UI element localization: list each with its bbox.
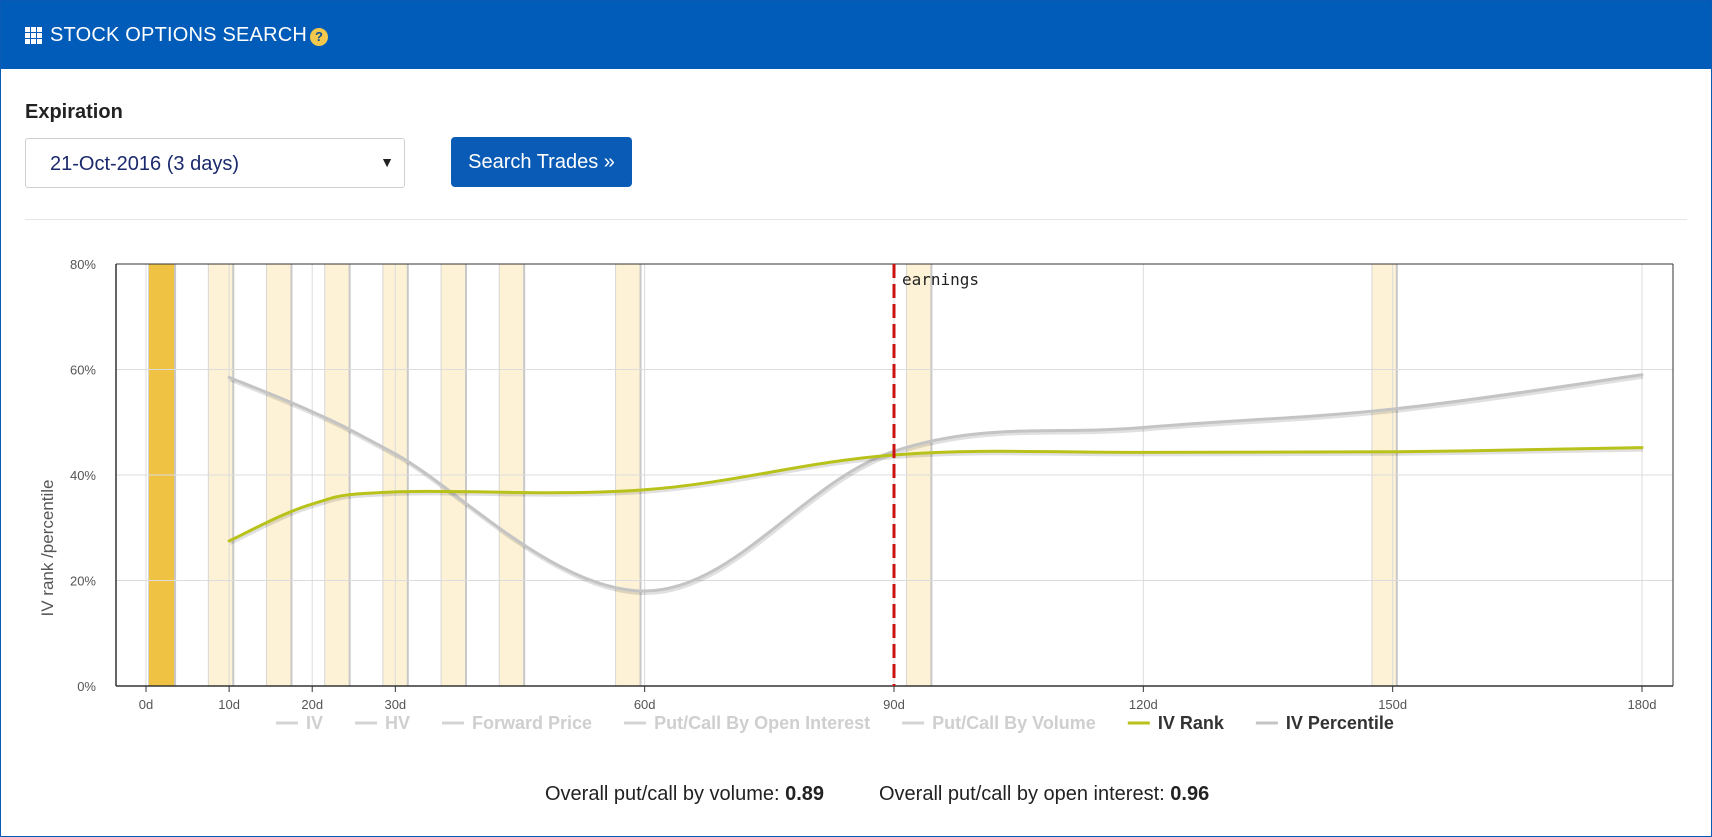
x-tick-label: 30d	[384, 697, 406, 712]
x-tick-label: 180d	[1628, 697, 1657, 712]
oi-label: Overall put/call by open interest:	[879, 783, 1165, 805]
chevron-down-icon: ▼	[380, 154, 394, 170]
legend-label: Put/Call By Volume	[932, 713, 1096, 733]
volume-value: 0.89	[785, 783, 825, 805]
search-trades-button[interactable]: Search Trades »	[451, 137, 632, 187]
expiration-label: Expiration	[25, 101, 123, 123]
expiration-select[interactable]: 21-Oct-2016 (3 days) ▼	[25, 138, 405, 188]
y-tick-label: 0%	[77, 679, 96, 694]
legend-label: IV Rank	[1158, 713, 1225, 733]
legend-item[interactable]: IV Percentile	[1255, 713, 1394, 733]
x-tick-label: 10d	[218, 697, 240, 712]
x-tick-label: 0d	[139, 697, 153, 712]
volume-label: Overall put/call by volume:	[545, 783, 780, 805]
y-axis-label: IV rank /percentile	[38, 479, 57, 616]
legend-item[interactable]: HV	[355, 713, 410, 733]
chart-axes: 0% 20% 40% 60% 80% 0d 10d 20d 30d 60d 90d 120d 150d 1…	[70, 257, 1674, 712]
expiration-selected-value: 21-Oct-2016 (3 days)	[50, 153, 239, 175]
y-tick-label: 60%	[70, 363, 96, 378]
legend-item[interactable]: Put/Call By Volume	[902, 713, 1096, 733]
panel-header: STOCK OPTIONS SEARCH ?	[1, 1, 1711, 69]
x-tick-label: 60d	[634, 697, 656, 712]
legend-label: Forward Price	[472, 713, 592, 733]
grid-icon	[25, 27, 43, 45]
oi-value: 0.96	[1170, 783, 1210, 805]
put-call-volume-summary: Overall put/call by volume: 0.89	[545, 783, 824, 806]
help-icon[interactable]: ?	[310, 28, 328, 46]
x-tick-label: 120d	[1129, 697, 1158, 712]
chart-legend: IV HV Forward Price Put/Call By Open Intere…	[276, 713, 1394, 733]
divider	[25, 219, 1687, 220]
legend-item[interactable]: Put/Call By Open Interest	[624, 713, 870, 733]
earnings-label: earnings	[902, 270, 979, 289]
panel-title: STOCK OPTIONS SEARCH	[50, 24, 308, 46]
put-call-oi-summary: Overall put/call by open interest: 0.96	[879, 783, 1209, 806]
legend-item[interactable]: Forward Price	[442, 713, 592, 733]
legend-item[interactable]: IV	[276, 713, 323, 733]
iv-chart: 0% 20% 40% 60% 80% 0d 10d 20d 30d 60d 90d 120d 150d 1…	[38, 257, 1674, 733]
y-tick-label: 80%	[70, 257, 96, 272]
legend-label: IV Percentile	[1286, 713, 1394, 733]
legend-label: IV	[306, 713, 323, 733]
legend-item[interactable]: IV Rank	[1127, 713, 1225, 733]
legend-label: HV	[385, 713, 410, 733]
y-tick-label: 40%	[70, 468, 96, 483]
y-tick-label: 20%	[70, 574, 96, 589]
options-search-panel: STOCK OPTIONS SEARCH ? Expiration 21-Oct…	[0, 0, 1712, 837]
x-tick-label: 90d	[883, 697, 905, 712]
legend-label: Put/Call By Open Interest	[654, 713, 870, 733]
x-tick-label: 20d	[301, 697, 323, 712]
x-tick-label: 150d	[1378, 697, 1407, 712]
